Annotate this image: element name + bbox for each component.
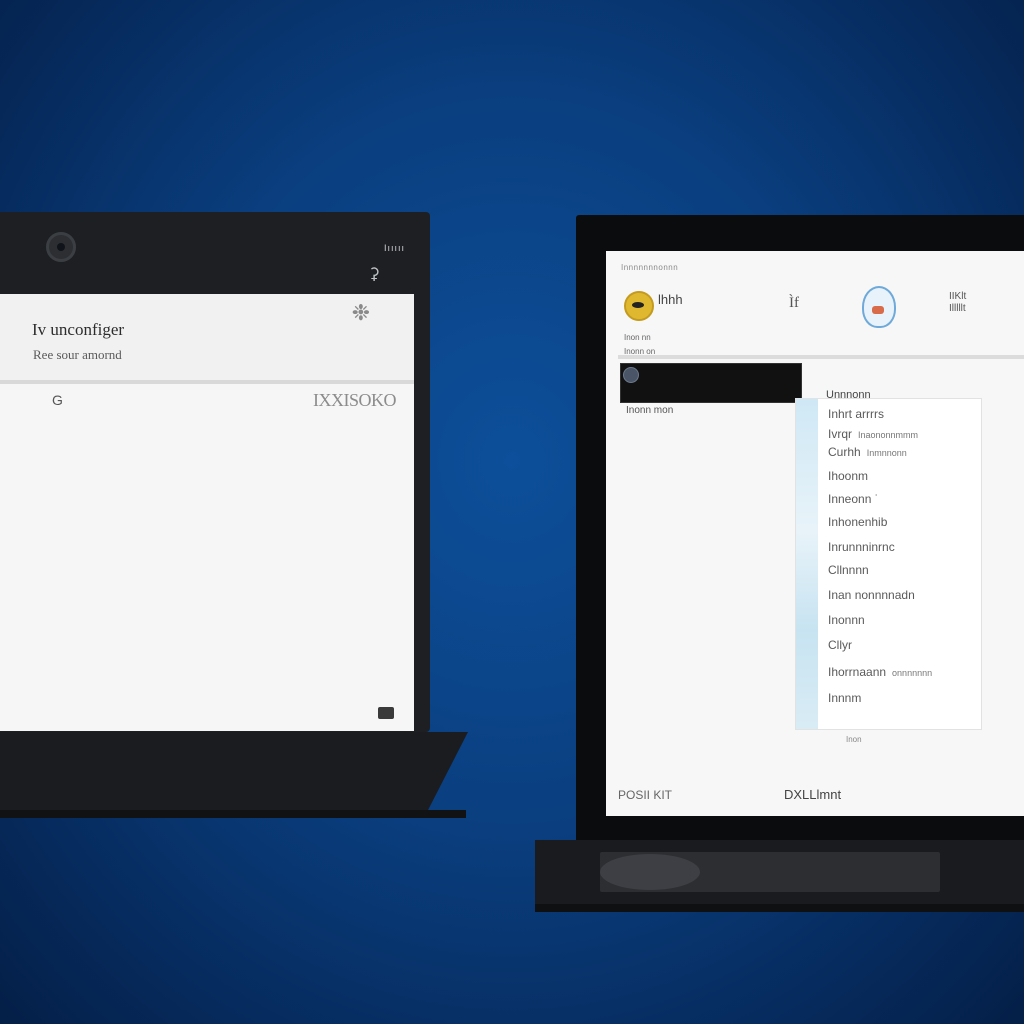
list-item-label: Inrunnninrnc [828, 540, 895, 554]
refresh-icon[interactable]: G [52, 392, 63, 408]
keyboard [600, 852, 940, 892]
list-item-label: Inneonn ˙ [828, 492, 879, 506]
page-subtitle: Ree sour amornd [33, 347, 122, 362]
list-item-label: Inhrt arrrrs [828, 407, 885, 421]
nav-item[interactable]: Inon nn [624, 333, 651, 342]
list-item[interactable]: Inhrt arrrrs [828, 407, 890, 421]
list-item[interactable]: Innnm [828, 691, 867, 705]
search-icon [623, 367, 639, 383]
panel-header: Unnnonn [826, 389, 871, 401]
sidebar-label: Inonn mon [626, 405, 674, 416]
left-keyboard-base [0, 732, 425, 816]
gear-icon[interactable]: ❉ [352, 300, 370, 326]
left-base-edge [425, 732, 468, 816]
footer-link[interactable]: DXLLlmnt [784, 787, 841, 802]
bell-icon[interactable]: ⚳ [368, 264, 380, 284]
right-laptop: Innnnnnnonnn lhhh Ìf IIKlt Illlllt Inon n… [576, 215, 1024, 845]
list-item[interactable]: Inhonenhib [828, 515, 893, 529]
list-item-label: Curhh [828, 445, 861, 459]
list-item[interactable]: Cllyr [828, 638, 858, 652]
dropdown-panel: Unnnonn Inhrt arrrrs Ivrqr Inaononnmmm Cu… [796, 389, 981, 729]
panel-thumbnail-strip [796, 399, 818, 729]
list-item[interactable]: Inneonn ˙ [828, 492, 885, 506]
right-base-shadow [535, 904, 1024, 912]
app-label: IIKlt Illlllt [949, 291, 967, 314]
list-item-sub: onnnnnnn [892, 668, 933, 678]
list-item[interactable]: Cllnnnn [828, 563, 875, 577]
window-title: Innnnnnnonnn [621, 263, 679, 272]
camera-icon [46, 232, 76, 262]
left-header: Iv unconfiger Ree sour amornd ❉ [0, 294, 414, 384]
list-item-label: Inhonenhib [828, 515, 888, 529]
page-title: Iv unconfiger [32, 320, 125, 339]
list-item[interactable]: Ihoonm [828, 469, 874, 483]
footer-link[interactable]: POSII KIT [618, 788, 672, 802]
list-item[interactable]: Curhh Inmnnonn [828, 445, 907, 459]
list-item-label: Inan nonnnnadn [828, 588, 915, 602]
panel-footer: Inon [846, 735, 862, 744]
list-item[interactable]: Inan nonnnnadn [828, 588, 921, 602]
window-icon[interactable] [378, 707, 394, 719]
list-item-sub: Inaononnmmm [858, 430, 919, 440]
app-icon-text[interactable]: Ìf [789, 295, 799, 312]
list-item[interactable]: Inrunnninrnc [828, 540, 901, 554]
status-label: Iııııı [383, 243, 405, 253]
left-screen: Iv unconfiger Ree sour amornd ❉ G IXXISO… [0, 294, 414, 731]
list-item-label: Ivrqr [828, 427, 852, 441]
list-item-label: Cllyr [828, 638, 852, 652]
list-item-label: Inonnn [828, 613, 865, 627]
divider [618, 355, 1024, 359]
left-tablet: Iııııı ⚳ Iv unconfiger Ree sour amornd ❉… [0, 212, 430, 732]
list-item[interactable]: Inonnn [828, 613, 871, 627]
app-icon-yellow[interactable] [624, 291, 654, 321]
app-label: lhhh [658, 292, 683, 307]
list-item-label: Cllnnnn [828, 563, 869, 577]
right-screen: Innnnnnnonnn lhhh Ìf IIKlt Illlllt Inon n… [606, 251, 1024, 816]
list-item-label: Innnm [828, 691, 862, 705]
list-item-sub: Inmnnonn [866, 448, 907, 458]
left-base-shadow [0, 810, 466, 818]
list-item[interactable]: Ivrqr Inaononnmmm [828, 427, 918, 441]
list-item-label: Ihorrnaann [828, 665, 887, 679]
app-icon-globe[interactable] [862, 286, 896, 328]
list-item[interactable]: Ihorrnaann onnnnnnn [828, 665, 932, 679]
toolbar-button[interactable]: IXXISOKO [313, 390, 397, 411]
search-input[interactable] [620, 363, 802, 403]
list-item-label: Ihoonm [828, 469, 869, 483]
